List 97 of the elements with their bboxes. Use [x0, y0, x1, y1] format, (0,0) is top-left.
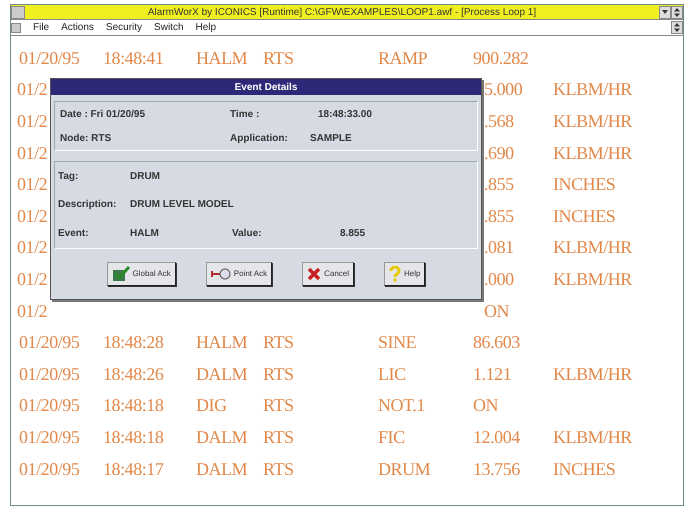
row-value: ON [484, 302, 510, 320]
row-value: 5.000 [484, 80, 522, 98]
row-type: HALM [196, 48, 248, 67]
row-date: 01/2 [17, 302, 48, 320]
row-time: 18:48:26 [103, 364, 164, 383]
document-menu-icon[interactable] [11, 22, 21, 32]
row-tag: FIC [378, 428, 405, 446]
menu-item[interactable]: Help [196, 20, 216, 35]
row-time: 18:48:28 [103, 333, 164, 352]
row-node-name: RTS [263, 48, 294, 67]
row-value: 900.282 [473, 48, 528, 67]
row-date: 01/20/95 [19, 460, 80, 478]
row-date: 01/2 [17, 112, 48, 130]
row-time: 18:48:18 [103, 396, 164, 414]
pointer-icon [210, 267, 231, 281]
event-label: Event: [58, 227, 90, 242]
dialog-button[interactable]: Help [384, 262, 426, 286]
node-label: Node: RTS [60, 132, 112, 146]
row-value: .855 [484, 175, 514, 194]
date-label: Date : Fri 01/20/95 [60, 108, 146, 122]
dialog-title: Event Details [234, 80, 298, 94]
row-unit: INCHES [553, 175, 616, 194]
row-unit: KLBM/HR [553, 112, 632, 130]
row-type: DALM [196, 428, 248, 446]
application-value: SAMPLE [310, 132, 353, 146]
time-label: Time : [230, 108, 260, 122]
x-icon [307, 267, 322, 281]
dialog-button[interactable]: Global Ack [106, 262, 176, 286]
dialog-button[interactable]: Point Ack [206, 262, 272, 286]
row-type: DIG [196, 396, 227, 414]
row-value: .000 [484, 270, 514, 288]
row-node-name: RTS [263, 364, 294, 383]
row-date: 01/20/95 [19, 428, 80, 446]
row-unit: KLBM/HR [553, 144, 632, 162]
menu-item[interactable]: Switch [154, 20, 184, 35]
system-menu-icon[interactable] [11, 6, 25, 18]
row-unit: KLBM/HR [553, 238, 632, 256]
row-date: 01/20/95 [19, 396, 80, 414]
row-type: DALM [196, 364, 248, 383]
row-unit: INCHES [553, 206, 616, 225]
row-date: 01/2 [17, 144, 48, 162]
question-icon [389, 266, 402, 282]
row-date: 01/20/95 [19, 333, 80, 352]
row-node-name: RTS [263, 396, 294, 414]
row-tag: RAMP [378, 48, 428, 67]
row-unit: KLBM/HR [553, 80, 632, 98]
caret-icon [662, 10, 668, 14]
description-value: DRUM LEVEL MODEL [130, 198, 234, 212]
time-value: 18:48:33.00 [317, 108, 373, 122]
row-time: 18:48:17 [103, 460, 164, 478]
menu-item[interactable]: Security [106, 20, 142, 35]
row-node-name: RTS [263, 428, 294, 446]
application-label: Application: [230, 132, 289, 146]
event-value: HALM [130, 227, 160, 242]
row-tag: SINE [378, 333, 416, 352]
restore-button[interactable] [671, 21, 683, 34]
row-value: ON [473, 396, 498, 414]
row-date: 01/2 [17, 80, 48, 98]
row-tag: NOT.1 [378, 396, 425, 414]
row-node-name: RTS [263, 460, 294, 478]
row-value: .690 [484, 144, 514, 162]
window-title: AlarmWorX by ICONICS [Runtime] C:\GFW\EXAMPLES\LOOP1.awf - [Process Loop 1] [146, 6, 538, 20]
tag-value: DRUM [130, 170, 160, 184]
value-label: Value: [232, 227, 262, 242]
menu-item[interactable]: File [33, 20, 50, 35]
row-time: 18:48:41 [103, 48, 164, 67]
description-label: Description: [58, 198, 118, 212]
row-unit: KLBM/HR [553, 270, 632, 288]
row-value: 1.121 [473, 364, 512, 383]
row-tag: LIC [378, 364, 406, 383]
restore-button[interactable] [671, 6, 683, 18]
tag-label: Tag: [58, 170, 80, 184]
row-type: HALM [196, 333, 248, 352]
row-tag: DRUM [378, 460, 430, 478]
row-value: 13.756 [473, 460, 520, 478]
row-value: 86.603 [473, 333, 520, 352]
row-type: DALM [196, 460, 248, 478]
row-value: .568 [484, 112, 514, 130]
value-reading: 8.855 [340, 227, 366, 242]
row-value: .855 [484, 206, 514, 225]
row-date: 01/20/95 [19, 364, 80, 383]
row-unit: KLBM/HR [553, 364, 632, 383]
checkmark-icon [112, 266, 130, 282]
minimize-button[interactable] [659, 6, 671, 18]
row-time: 18:48:18 [103, 428, 164, 446]
row-value: 12.004 [473, 428, 520, 446]
dialog-button[interactable]: Cancel [302, 262, 354, 286]
row-node-name: RTS [263, 333, 294, 352]
row-date: 01/2 [17, 238, 48, 256]
row-date: 01/2 [17, 206, 48, 225]
row-unit: KLBM/HR [553, 428, 632, 446]
row-value: .081 [484, 238, 514, 256]
row-unit: INCHES [553, 460, 616, 478]
row-date: 01/20/95 [19, 48, 80, 67]
row-date: 01/2 [17, 175, 48, 194]
row-date: 01/2 [17, 270, 48, 288]
menu-item[interactable]: Actions [61, 20, 94, 35]
